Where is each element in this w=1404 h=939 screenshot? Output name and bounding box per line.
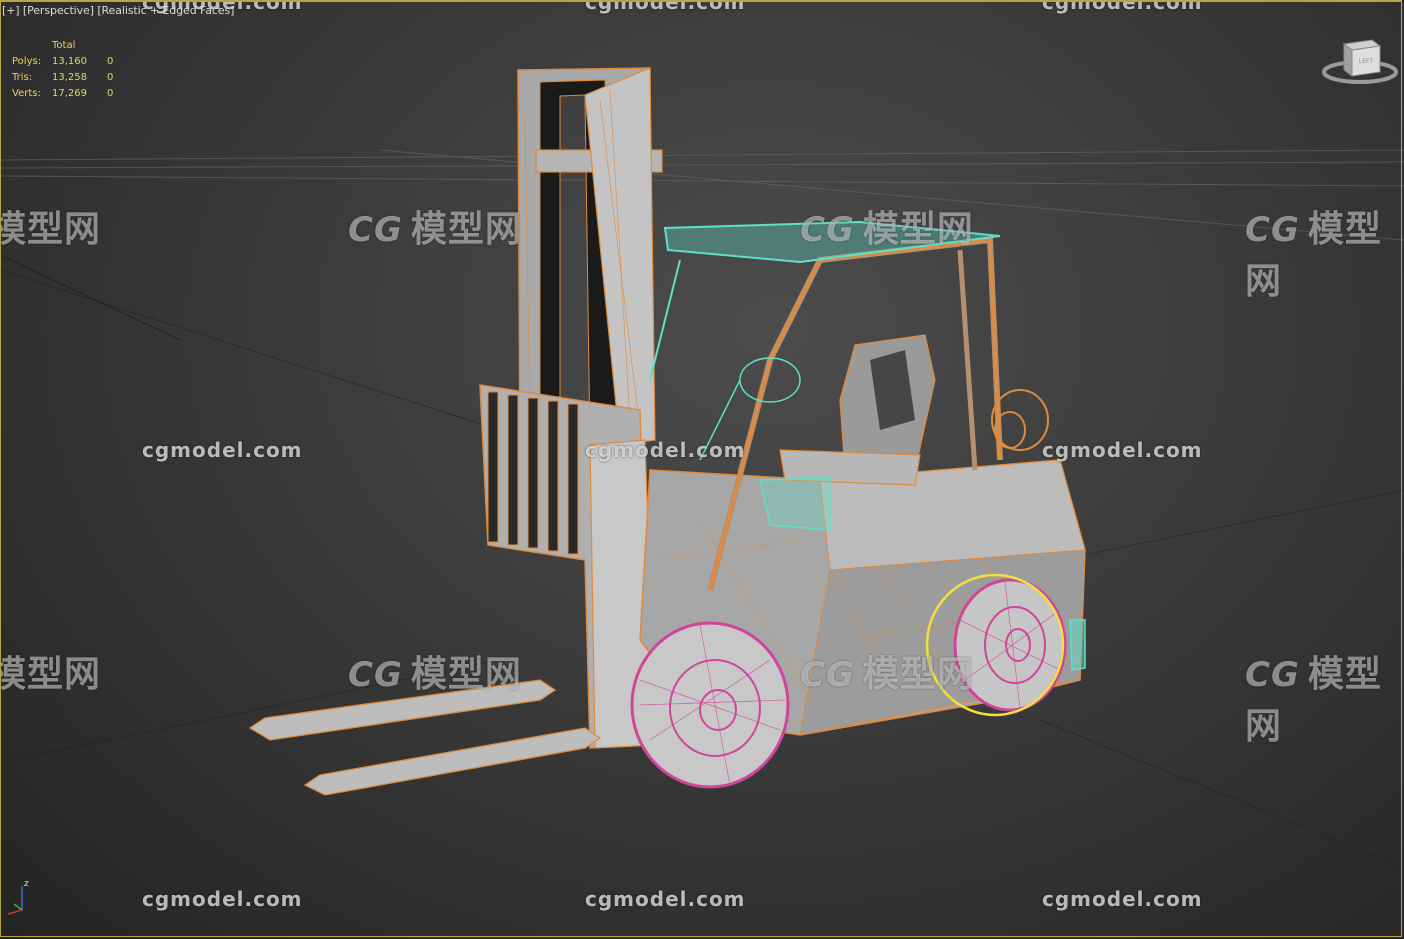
axis-tripod: z <box>7 879 29 915</box>
front-wheel <box>630 621 790 789</box>
viewcube-front-face[interactable] <box>1343 43 1353 77</box>
stats-row: Tris: 13,258 0 <box>12 69 127 85</box>
stats-selected: 0 <box>107 55 114 67</box>
axis-z-label: z <box>24 879 29 889</box>
watermark-cn: 模型网 <box>0 209 102 250</box>
watermark-en: cgmodel.com <box>585 0 746 14</box>
rear-bumper <box>1069 619 1086 671</box>
stats-selected: 0 <box>107 87 114 99</box>
watermark-en: cgmodel.com <box>1042 0 1203 14</box>
watermark-en: cgmodel.com <box>585 887 746 911</box>
stats-label: Verts: <box>12 87 41 99</box>
watermark-cn: CG 模型网 <box>1245 209 1382 302</box>
stats-label: Tris: <box>12 71 33 83</box>
perspective-viewport[interactable]: 模型网 CG 模型网 CG 模型网 CG 模型网 模型网 CG 模型网 CG 模型网 CG… <box>0 0 1404 939</box>
watermark-cn: CG 模型网 <box>1245 654 1382 747</box>
viewport-label: [+] [Perspective] [Realistic + Edged Fac… <box>2 4 234 17</box>
viewport-shading-mode[interactable]: [Realistic + Edged Faces] <box>97 4 234 17</box>
watermark-en: cgmodel.com <box>1042 887 1203 911</box>
floor-panel <box>759 477 831 531</box>
viewport-point-of-view[interactable]: [Perspective] <box>23 4 94 17</box>
watermark-cn: CG 模型网 <box>348 209 522 250</box>
stats-total: 13,160 <box>52 55 87 67</box>
stats-selected: 0 <box>107 71 114 83</box>
watermark-cn: CG 模型网 <box>348 654 522 695</box>
viewport-menu-plus[interactable]: [+] <box>2 4 20 17</box>
watermark-cn: 模型网 <box>0 654 102 695</box>
watermark-en: cgmodel.com <box>1042 438 1203 462</box>
forklift-model-render[interactable] <box>0 0 1404 939</box>
watermark-en: cgmodel.com <box>142 887 303 911</box>
stats-row: Polys: 13,160 0 <box>12 53 127 69</box>
watermark-cn: CG 模型网 <box>800 209 974 250</box>
stats-header: Total <box>52 39 76 51</box>
viewcube-face-label: LEFT <box>1359 58 1373 65</box>
stats-label: Polys: <box>12 55 42 67</box>
stats-total: 13,258 <box>52 71 87 83</box>
viewcube[interactable]: LEFT <box>1322 36 1398 88</box>
watermark-en: cgmodel.com <box>142 438 303 462</box>
stats-row: Verts: 17,269 0 <box>12 85 127 101</box>
scene-statistics: Total Polys: 13,160 0 Tris: 13,258 0 Ver… <box>12 37 127 101</box>
watermark-en: cgmodel.com <box>585 438 746 462</box>
stats-total: 17,269 <box>52 87 87 99</box>
forks <box>248 679 602 796</box>
watermark-cn: CG 模型网 <box>800 654 974 695</box>
seat <box>779 334 936 486</box>
